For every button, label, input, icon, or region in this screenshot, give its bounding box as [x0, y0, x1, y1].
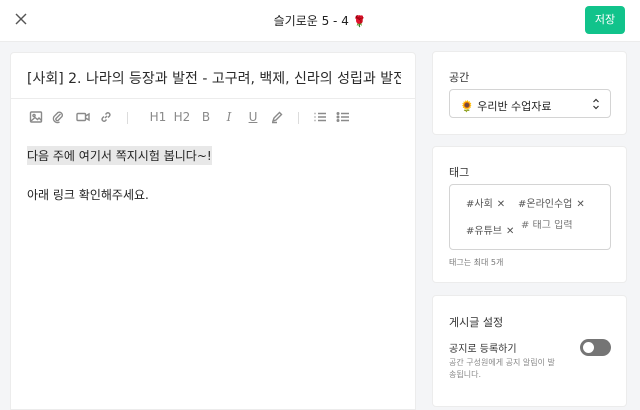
toolbar-separator: [298, 112, 299, 124]
video-icon[interactable]: [74, 108, 92, 126]
body-text-line[interactable]: 아래 링크 확인해주세요.: [27, 186, 149, 203]
highlighted-text-line[interactable]: 다음 주에 여기서 쪽지시험 봅니다~!: [27, 146, 212, 165]
editor-toolbar: H1 H2 B I U: [27, 108, 407, 128]
remove-tag-icon[interactable]: ✕: [506, 226, 514, 237]
notice-toggle[interactable]: [580, 339, 611, 356]
link-icon[interactable]: [97, 108, 115, 126]
post-title-input[interactable]: [사회] 2. 나라의 등장과 발전 - 고구려, 백제, 신라의 성립과 발전…: [27, 68, 401, 88]
space-select-value: 🌻 우리반 수업자료: [460, 98, 552, 114]
tags-panel: 태그 #사회✕ #온라인수업✕ #유튜브✕ 태그는 최대 5개: [432, 146, 627, 283]
space-select-text: 우리반 수업자료: [477, 100, 552, 113]
notice-label: 공지로 등록하기: [449, 344, 517, 355]
ordered-list-icon[interactable]: [311, 108, 329, 126]
tag-box[interactable]: #사회 ✕ #온라인수업 ✕ #유튜브 ✕: [449, 184, 611, 250]
remove-tag-icon[interactable]: ✕: [576, 199, 584, 210]
tag-limit-note: 태그는 최대 5개: [449, 258, 504, 267]
top-bar: 슬기로운 5 - 4 🌹 저장: [0, 0, 640, 42]
space-panel: 공간 🌻 우리반 수업자료: [432, 51, 627, 135]
tag-text: #사회: [466, 199, 493, 210]
rose-icon: 🌹: [352, 15, 367, 28]
tag-chip: #온라인수업 ✕: [518, 195, 585, 210]
remove-tag-icon[interactable]: ✕: [497, 199, 505, 210]
tag-input[interactable]: [521, 220, 601, 231]
heading2-button[interactable]: H2: [173, 108, 191, 126]
space-select[interactable]: 🌻 우리반 수업자료: [449, 89, 611, 118]
post-settings-panel: 게시글 설정 공지로 등록하기 공간 구성원에게 공지 알림이 발송됩니다.: [432, 295, 627, 407]
bold-button[interactable]: B: [197, 108, 215, 126]
tag-chip: #사회 ✕: [466, 195, 505, 210]
notice-description: 공간 구성원에게 공지 알림이 발송됩니다.: [449, 358, 555, 379]
page-title: 슬기로운 5 - 4 🌹: [0, 12, 640, 29]
toggle-knob: [583, 342, 594, 353]
underline-button[interactable]: U: [244, 108, 262, 126]
tag-chip: #유튜브 ✕: [466, 222, 514, 237]
page-title-text: 슬기로운 5 - 4: [273, 14, 349, 28]
space-label: 공간: [449, 71, 470, 84]
paperclip-icon[interactable]: [49, 108, 67, 126]
bullet-list-icon[interactable]: [334, 108, 352, 126]
italic-button[interactable]: I: [220, 108, 238, 126]
sunflower-icon: 🌻: [460, 100, 474, 113]
highlighter-icon[interactable]: [268, 108, 286, 126]
editor-panel: [사회] 2. 나라의 등장과 발전 - 고구려, 백제, 신라의 성립과 발전…: [10, 52, 416, 410]
tag-text: #유튜브: [466, 226, 502, 237]
select-arrows-icon: [593, 98, 599, 110]
image-icon[interactable]: [27, 108, 45, 126]
toolbar-separator: [127, 112, 128, 124]
save-button[interactable]: 저장: [585, 6, 625, 34]
divider: [11, 98, 415, 99]
heading1-button[interactable]: H1: [149, 108, 167, 126]
tag-text: #온라인수업: [518, 199, 573, 210]
tags-label: 태그: [449, 166, 470, 179]
settings-label: 게시글 설정: [449, 316, 504, 329]
